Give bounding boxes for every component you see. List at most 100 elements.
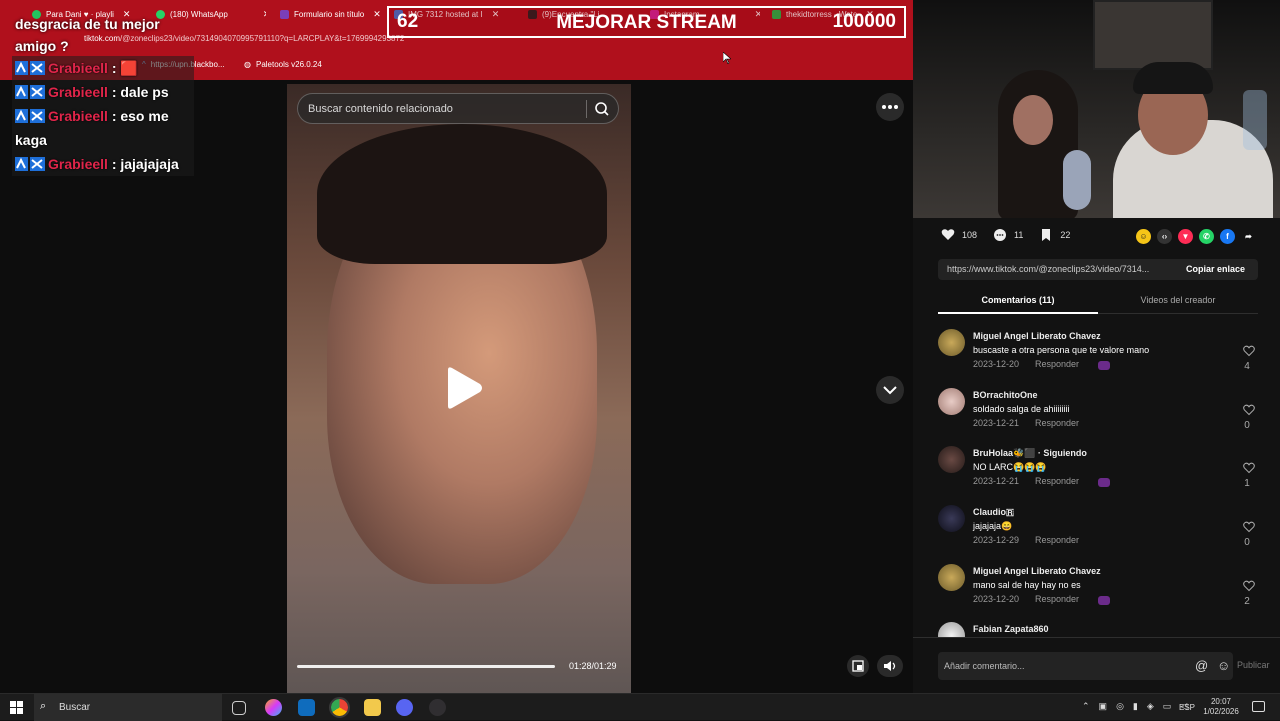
publish-button[interactable]: Publicar xyxy=(1237,660,1270,670)
comment-button[interactable]: 11 xyxy=(993,228,1023,242)
close-icon[interactable]: ✕ xyxy=(263,9,266,20)
chevron-down-icon xyxy=(883,386,897,395)
webcam-feed xyxy=(913,0,1280,218)
comment-text: NO LARC😭😭😭 xyxy=(973,462,1047,473)
taskbar-clock[interactable]: 20:07 1/02/2026 xyxy=(1200,697,1242,717)
volume-icon xyxy=(884,661,896,671)
more-options-button[interactable] xyxy=(876,93,904,121)
avatar[interactable] xyxy=(938,505,965,533)
search-icon[interactable] xyxy=(592,99,612,119)
video-progress-bar[interactable] xyxy=(297,665,555,668)
bookmark-2[interactable]: ◍ Paletools v26.0.24 xyxy=(244,60,322,69)
comment-date: 2023-12-20 xyxy=(973,593,1020,604)
heart-icon[interactable] xyxy=(1243,462,1255,474)
mention-icon[interactable]: @ xyxy=(1195,658,1208,673)
reply-button[interactable]: Responder xyxy=(1035,359,1079,369)
chat-message: Grabieell : eso me kaga xyxy=(12,104,194,152)
miniplayer-button[interactable] xyxy=(847,655,869,677)
taskbar-search[interactable]: ⌕ Buscar xyxy=(34,694,222,721)
share-arrow-icon[interactable]: ➦ xyxy=(1241,229,1256,244)
comment-author[interactable]: BruHolaa🐝⬛ · Siguiendo xyxy=(973,448,1087,459)
comment-input[interactable] xyxy=(944,658,1164,674)
chevron-up-icon[interactable]: ⌃ xyxy=(1082,701,1090,712)
tab-creator-videos[interactable]: Videos del creador xyxy=(1098,295,1258,305)
heart-icon[interactable] xyxy=(1243,580,1255,592)
chat-badge-icon xyxy=(15,157,45,171)
emoji-icon[interactable]: ☺ xyxy=(1217,658,1230,673)
avatar[interactable] xyxy=(938,563,965,591)
browser-tab-3[interactable]: Formulario sin título ✕ xyxy=(280,5,390,23)
search-icon: ⌕ xyxy=(40,700,47,712)
goal-target: 100000 xyxy=(832,11,896,32)
next-video-button[interactable] xyxy=(876,376,904,404)
comment-item: BOrrachitoOne soldado salga de ahiiiiiii… xyxy=(938,384,1258,443)
chat-header-line: desgracia de tu mejor xyxy=(15,16,160,32)
repost-icon[interactable]: ▼ xyxy=(1178,229,1193,244)
comment-author[interactable]: BOrrachitoOne xyxy=(973,390,1038,400)
comment-item: Claudio🇷 jajajaja😄 2023-12-29 Responder … xyxy=(938,501,1258,560)
webcam-bottle xyxy=(1243,90,1267,150)
tab-comments[interactable]: Comentarios (11) xyxy=(938,295,1098,305)
whatsapp-share-icon[interactable]: ✆ xyxy=(1199,229,1214,244)
embed-icon[interactable]: ‹› xyxy=(1157,229,1172,244)
tray-app-icon[interactable]: ▣ xyxy=(1099,701,1108,712)
volume-button[interactable] xyxy=(877,655,903,677)
heart-icon[interactable] xyxy=(1243,345,1255,357)
microphone-icon xyxy=(1063,150,1091,210)
comment-like-count: 4 xyxy=(1244,361,1250,372)
avatar[interactable] xyxy=(938,329,965,356)
comment-author[interactable]: Fabian Zapata860 xyxy=(973,624,1049,634)
comment-author[interactable]: Miguel Angel Liberato Chavez xyxy=(973,566,1101,576)
task-view-icon[interactable] xyxy=(232,701,246,715)
share-buttons: ☺ ‹› ▼ ✆ f ➦ xyxy=(1136,229,1256,244)
comment-like-count: 0 xyxy=(1244,419,1250,431)
chat-header-line: amigo ? xyxy=(15,38,69,54)
share-link[interactable]: https://www.tiktok.com/@zoneclips23/vide… xyxy=(947,264,1172,274)
comment-like-count: 0 xyxy=(1244,537,1250,549)
avatar[interactable] xyxy=(938,387,965,415)
discord-icon[interactable] xyxy=(396,699,413,716)
taskbar-search-label: Buscar xyxy=(59,702,91,713)
save-button[interactable]: 22 xyxy=(1039,228,1070,242)
chat-username: Grabieell xyxy=(48,60,108,76)
more-icon xyxy=(882,105,898,109)
obs-icon[interactable] xyxy=(429,699,446,716)
language-indicator[interactable]: ESP xyxy=(1179,703,1195,712)
chat-message: Grabieell : dale ps xyxy=(12,80,194,104)
close-icon[interactable]: ✕ xyxy=(373,9,381,20)
play-icon[interactable] xyxy=(444,366,484,410)
tray-app-icon[interactable]: ◈ xyxy=(1147,701,1154,712)
copilot-icon[interactable] xyxy=(265,699,282,716)
battery-icon[interactable]: ▭ xyxy=(1163,701,1172,712)
comment-list: Miguel Angel Liberato Chavez buscaste a … xyxy=(938,325,1258,637)
chat-text: : jajajajaja xyxy=(111,156,179,172)
search-divider xyxy=(586,100,587,118)
related-search-input[interactable] xyxy=(308,100,578,118)
comment-author[interactable]: Miguel Angel Liberato Chavez xyxy=(973,331,1101,341)
tray-app-icon[interactable]: ◎ xyxy=(1116,701,1124,712)
chrome-icon[interactable] xyxy=(329,697,350,718)
facebook-share-icon[interactable]: f xyxy=(1220,229,1235,244)
copy-link-button[interactable]: Copiar enlace xyxy=(1178,262,1253,277)
like-button[interactable]: 108 xyxy=(941,228,977,242)
share-gift-icon[interactable]: ☺ xyxy=(1136,229,1151,244)
creator-reaction-icon xyxy=(1098,595,1110,605)
chat-text: : dale ps xyxy=(111,84,169,100)
comment-item: BruHolaa🐝⬛ · Siguiendo NO LARC😭😭😭 2023-1… xyxy=(938,442,1258,501)
comment-author[interactable]: Claudio🇷 xyxy=(973,507,1014,518)
reply-button[interactable]: Responder xyxy=(1035,594,1079,604)
mic-tray-icon[interactable]: ▮ xyxy=(1133,701,1138,712)
windows-start-icon[interactable] xyxy=(10,701,23,714)
reply-button[interactable]: Responder xyxy=(1035,476,1079,486)
outlook-icon[interactable] xyxy=(298,699,315,716)
chat-username: Grabieell xyxy=(48,156,108,172)
notification-icon[interactable] xyxy=(1252,701,1265,712)
file-explorer-icon[interactable] xyxy=(364,699,381,716)
reply-button[interactable]: Responder xyxy=(1035,535,1079,545)
reply-button[interactable]: Responder xyxy=(1035,418,1079,428)
system-tray: ⌃ ▣ ◎ ▮ ◈ ▭ ◁ xyxy=(1082,701,1187,712)
avatar[interactable] xyxy=(938,622,965,637)
heart-icon[interactable] xyxy=(1243,404,1255,416)
avatar[interactable] xyxy=(938,446,965,474)
heart-icon[interactable] xyxy=(1243,521,1255,533)
